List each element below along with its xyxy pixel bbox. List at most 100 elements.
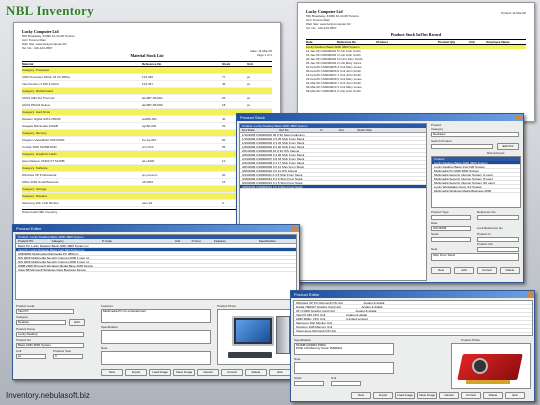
window-title: Product Stock — [240, 115, 265, 120]
report-cell: Category: Motherboard — [22, 89, 53, 93]
report-rows: 12-Jan-06 CS0000001 5 Unit John Smith 15-… — [306, 49, 526, 93]
correct-button[interactable]: Correct — [221, 369, 243, 376]
features-input[interactable]: Multimedia PC for entertainment — [101, 309, 211, 323]
product-editor-window-2[interactable]: Product Editor Windows XP Pro Microsoft … — [290, 290, 535, 402]
product-photo-label: Product Photo — [461, 338, 481, 342]
report-row: Kingston ValueRAM 1GB DDR2kvr-1g-66760pc — [22, 137, 272, 144]
product-out-input[interactable] — [477, 247, 519, 252]
product-list[interactable]: Product Lucky Desktop Basic AMD 3800 Sys… — [431, 156, 521, 208]
column-header[interactable]: Stock Note — [355, 128, 426, 132]
correct-button[interactable]: Correct — [477, 267, 497, 274]
reference-no-input[interactable] — [477, 215, 519, 220]
product-grid[interactable]: Windows XP Pro Microsoft OS Unit Analog … — [293, 300, 533, 336]
exit-button[interactable]: Exit — [505, 392, 525, 399]
column-header[interactable]: Ref No — [277, 128, 318, 132]
report-cell — [212, 81, 222, 87]
report-cell: 123-456 — [142, 75, 154, 79]
specification-input[interactable]: 512MB GDDR3 256bit PCIE x16 Memory Clock … — [294, 343, 394, 355]
load-image-button[interactable]: Load Image — [395, 392, 415, 399]
delete-button[interactable]: Delete — [483, 392, 503, 399]
exit-button[interactable]: Exit — [269, 369, 291, 376]
delete-button[interactable]: Delete — [245, 369, 267, 376]
table-row[interactable]: Vista SB Microsoft Windows Vista Busines… — [16, 268, 296, 272]
product-name-input[interactable]: Lucky Desktop — [16, 332, 84, 337]
import-button[interactable]: Import — [373, 392, 393, 399]
product-type-select[interactable] — [431, 215, 471, 220]
import-button[interactable]: Import — [125, 369, 147, 376]
category-select[interactable]: Desktop — [16, 320, 66, 325]
cancel-button[interactable]: Cancel — [439, 392, 459, 399]
product-no-input[interactable]: Basic AMD 3800 System — [16, 343, 84, 348]
report-cell: 18 — [222, 103, 226, 107]
window-titlebar[interactable]: Product Editor — [291, 291, 534, 298]
keyboard-image — [228, 352, 272, 358]
footer-url[interactable]: Inventory.nebulasoft.biz — [6, 391, 90, 400]
close-icon[interactable] — [516, 115, 522, 120]
clear-image-button[interactable]: Clear Image — [173, 369, 195, 376]
note-input[interactable] — [101, 351, 211, 365]
report-cell: sg160-002 — [142, 124, 157, 128]
stock-label: Stock — [431, 232, 439, 236]
report-footer: Printed with NBL Inventory — [22, 209, 272, 214]
column-header[interactable]: Out — [337, 128, 356, 132]
load-image-button[interactable]: Load Image — [149, 369, 171, 376]
product-photo — [451, 343, 531, 389]
stock-input[interactable] — [294, 381, 324, 386]
table-row[interactable]: 3/28/2006 CS0000014 0 0 5 Ship From Stoc… — [240, 185, 426, 189]
column-header[interactable]: P Cost — [190, 239, 212, 243]
add-button[interactable]: Add — [454, 267, 474, 274]
unit-input[interactable] — [331, 381, 361, 386]
window-titlebar[interactable]: Product Editor — [13, 225, 299, 232]
report-cell: Samsung 19in LCD Monitor — [22, 201, 59, 205]
report-cell — [142, 151, 212, 157]
report-row: Asus Radeon X1900 XT 512MBati-x190012pc — [22, 158, 272, 165]
column-header[interactable]: Specification — [257, 239, 296, 243]
report-row: ASUS A8N-SLI Premium abc987-654321 25 pc — [22, 95, 272, 102]
category-select[interactable]: Desktops — [431, 132, 519, 137]
column-header[interactable]: Unit — [173, 239, 190, 243]
unit-input[interactable]: pc — [16, 354, 46, 359]
edit-product-button[interactable]: Edit Prd — [497, 143, 519, 150]
column-header[interactable]: Product PC — [16, 239, 50, 243]
table-row[interactable]: Vista Home Microsoft OS Unit — [294, 329, 532, 333]
product-editor-window[interactable]: Product Editor Product: Lucky Desktop Ba… — [12, 224, 300, 380]
search-product-input[interactable] — [431, 144, 493, 149]
column-header[interactable]: P Code — [100, 239, 173, 243]
report-cell — [212, 179, 222, 185]
note-input[interactable] — [294, 362, 394, 374]
close-icon[interactable] — [527, 292, 533, 297]
correct-button[interactable]: Correct — [461, 392, 481, 399]
monitor-screen — [236, 320, 270, 342]
next-button[interactable]: Next — [101, 369, 123, 376]
close-icon[interactable] — [292, 226, 298, 231]
delete-button[interactable]: Delete — [500, 267, 520, 274]
column-header[interactable]: Doc Date — [240, 128, 277, 132]
report-cell — [212, 116, 222, 122]
date-picker[interactable]: 3/21/2006 — [431, 226, 471, 231]
produce-year-input[interactable]: 0 — [53, 354, 83, 359]
report-cell: Asus Radeon X1900 XT 512MB — [22, 159, 65, 163]
edit-category-button[interactable]: Edit — [69, 319, 85, 326]
report-cell: pc — [247, 96, 251, 100]
clear-image-button[interactable]: Clear Image — [417, 392, 437, 399]
report-cell — [212, 109, 222, 115]
product-code-input[interactable]: Intel PC — [16, 309, 74, 314]
next-button[interactable]: Next — [351, 392, 371, 399]
product-grid[interactable]: Product: Lucky Desktop Basic AMD 3800 Sy… — [15, 234, 297, 300]
note-input[interactable]: Ship From Stock — [431, 253, 519, 261]
product-type-label: Product Type — [431, 210, 449, 214]
discontinued-checkbox[interactable]: Discontinued — [487, 151, 504, 155]
report-cell: 77 — [222, 75, 226, 79]
column-header[interactable]: Category — [50, 239, 100, 243]
report-row: AMD Processor Athlon 64 X2 3800+ 123-456 7… — [22, 74, 272, 81]
cancel-button[interactable]: Cancel — [197, 369, 219, 376]
new-button[interactable]: New — [431, 267, 451, 274]
column-header[interactable]: Features — [212, 239, 257, 243]
specification-input[interactable] — [101, 330, 211, 344]
column-header[interactable]: In — [318, 128, 337, 132]
lock-reference-checkbox[interactable]: Lock Reference No — [477, 226, 503, 230]
window-titlebar[interactable]: Product Stock — [237, 114, 523, 121]
list-item[interactable]: Multimedia Windows Media Business 2006 — [432, 189, 520, 193]
report-cell — [212, 67, 222, 73]
product-no-label: Product No — [16, 338, 32, 342]
